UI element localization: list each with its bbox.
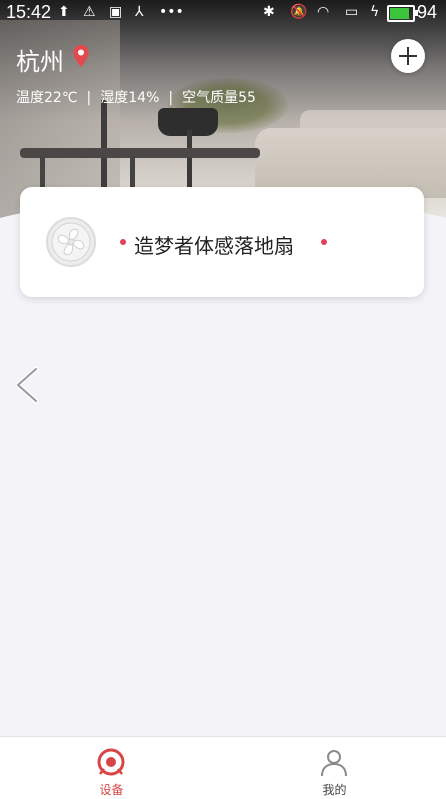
chevron-left-icon[interactable] (12, 365, 42, 405)
nav-label-devices: 设备 (99, 783, 124, 797)
person-icon (321, 750, 347, 777)
fan-icon (46, 217, 96, 267)
image-icon: ▣ (109, 4, 123, 20)
nav-label-mine: 我的 (322, 783, 347, 797)
nav-item-devices[interactable]: 设备 (0, 737, 223, 799)
usb-icon: ⅄ (135, 4, 144, 20)
weather-separator: | (86, 90, 92, 106)
warning-icon: ⚠ (83, 4, 96, 20)
city-name[interactable]: 杭州 (16, 42, 64, 77)
battery-icon (387, 5, 418, 22)
battery-level: 94 (417, 2, 438, 22)
bottom-nav: 设备 我的 (0, 736, 446, 799)
mute-icon: 🔕 (290, 4, 308, 20)
air-quality-text: 空气质量55 (182, 90, 256, 106)
humidity-text: 湿度14% (100, 90, 160, 106)
location-pin-icon[interactable] (72, 44, 90, 68)
upload-icon: ⬆ (58, 4, 70, 20)
wifi-icon: ◠ (317, 4, 330, 20)
status-bar: 15:42 ⬆ ⚠ ▣ ⅄ ••• ✱ 🔕 ◠ ▭ ϟ 94 (0, 0, 446, 26)
weather-info: 温度22℃ | 湿度14% | 空气质量55 (16, 87, 256, 107)
nav-item-mine[interactable]: 我的 (223, 737, 446, 799)
charging-icon: ϟ (370, 4, 380, 20)
device-icon (97, 748, 125, 776)
device-name: 造梦者体感落地扇 (134, 234, 294, 258)
bluetooth-icon: ✱ (263, 4, 275, 20)
screen-icon: ▭ (345, 4, 359, 20)
temperature-text: 温度22℃ (16, 90, 78, 106)
weather-separator: | (168, 90, 174, 106)
status-dot (321, 239, 327, 245)
more-dots-icon: ••• (159, 4, 184, 20)
add-device-button[interactable] (391, 39, 425, 73)
device-card[interactable]: 造梦者体感落地扇 (20, 187, 424, 297)
status-time: 15:42 (6, 2, 52, 22)
status-dot (120, 239, 126, 245)
